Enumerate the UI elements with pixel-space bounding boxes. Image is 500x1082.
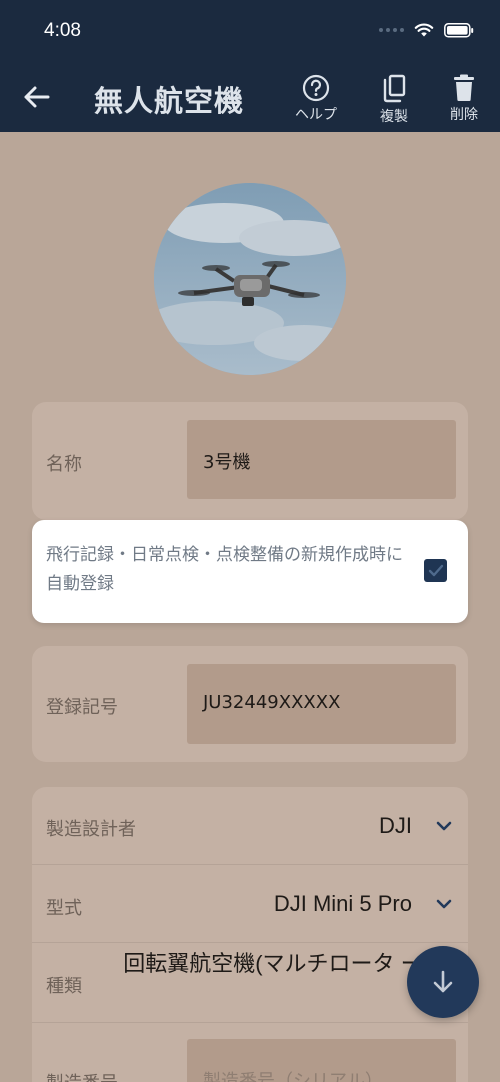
trash-icon [454,74,474,101]
status-bar: 4:08 [0,0,500,62]
status-time: 4:08 [44,20,81,41]
arrow-down-icon [433,970,453,993]
divider [32,864,468,865]
help-button[interactable]: ヘルプ [286,74,346,124]
delete-button[interactable]: 削除 [434,74,494,124]
name-label: 名称 [46,454,82,475]
divider [32,1022,468,1023]
scroll-down-button[interactable] [407,946,479,1018]
name-card: 名称 3号機 [32,402,468,520]
divider [32,942,468,943]
type-select[interactable]: 回転翼航空機(マルチロータ ー) [100,947,430,1019]
model-label: 型式 [46,898,82,919]
signal-icon [379,28,404,32]
model-value: DJI Mini 5 Pro [273,891,412,916]
model-select[interactable]: DJI Mini 5 Pro [182,875,462,935]
registration-input[interactable]: JU32449XXXXX [187,664,456,744]
help-label: ヘルプ [295,107,337,123]
drone-photo[interactable] [154,183,346,375]
chevron-down-icon [436,821,452,831]
auto-register-text: 飛行記録・日常点検・点検整備の新規作成時に自動登録 [46,545,403,594]
copy-icon [383,74,406,103]
auto-register-card[interactable]: 飛行記録・日常点検・点検整備の新規作成時に自動登録 [32,520,468,623]
spec-card: 製造設計者 DJI 型式 DJI Mini 5 Pro 種類 回転翼航空機(マル… [32,787,468,1082]
registration-value: JU32449XXXXX [203,692,341,713]
registration-label: 登録記号 [46,697,118,718]
status-indicators [379,22,474,38]
battery-icon [444,22,474,38]
check-icon [428,564,443,576]
name-input[interactable]: 3号機 [187,420,456,499]
type-value: 回転翼航空機(マルチロータ ー) [123,951,430,976]
chevron-down-icon [436,899,452,909]
drone-image [154,183,346,375]
manufacturer-select[interactable]: DJI [182,797,462,857]
back-arrow-icon [24,86,50,108]
name-value: 3号機 [203,452,251,473]
manufacturer-value: DJI [379,813,412,838]
registration-card: 登録記号 JU32449XXXXX [32,646,468,762]
serial-placeholder: 製造番号（シリアル） [203,1071,383,1082]
delete-label: 削除 [450,107,478,123]
serial-label: 製造番号 [46,1069,118,1082]
manufacturer-label: 製造設計者 [46,819,136,840]
back-button[interactable] [18,79,54,115]
type-label: 種類 [46,976,82,997]
page-title: 無人航空機 [94,84,245,118]
help-icon [302,74,330,102]
auto-register-checkbox[interactable] [424,559,447,582]
serial-input[interactable]: 製造番号（シリアル） [187,1039,456,1082]
app-bar: 無人航空機 ヘルプ 複製 削除 [0,62,500,132]
wifi-icon [414,23,434,37]
copy-button[interactable]: 複製 [364,74,424,126]
copy-label: 複製 [380,109,408,125]
